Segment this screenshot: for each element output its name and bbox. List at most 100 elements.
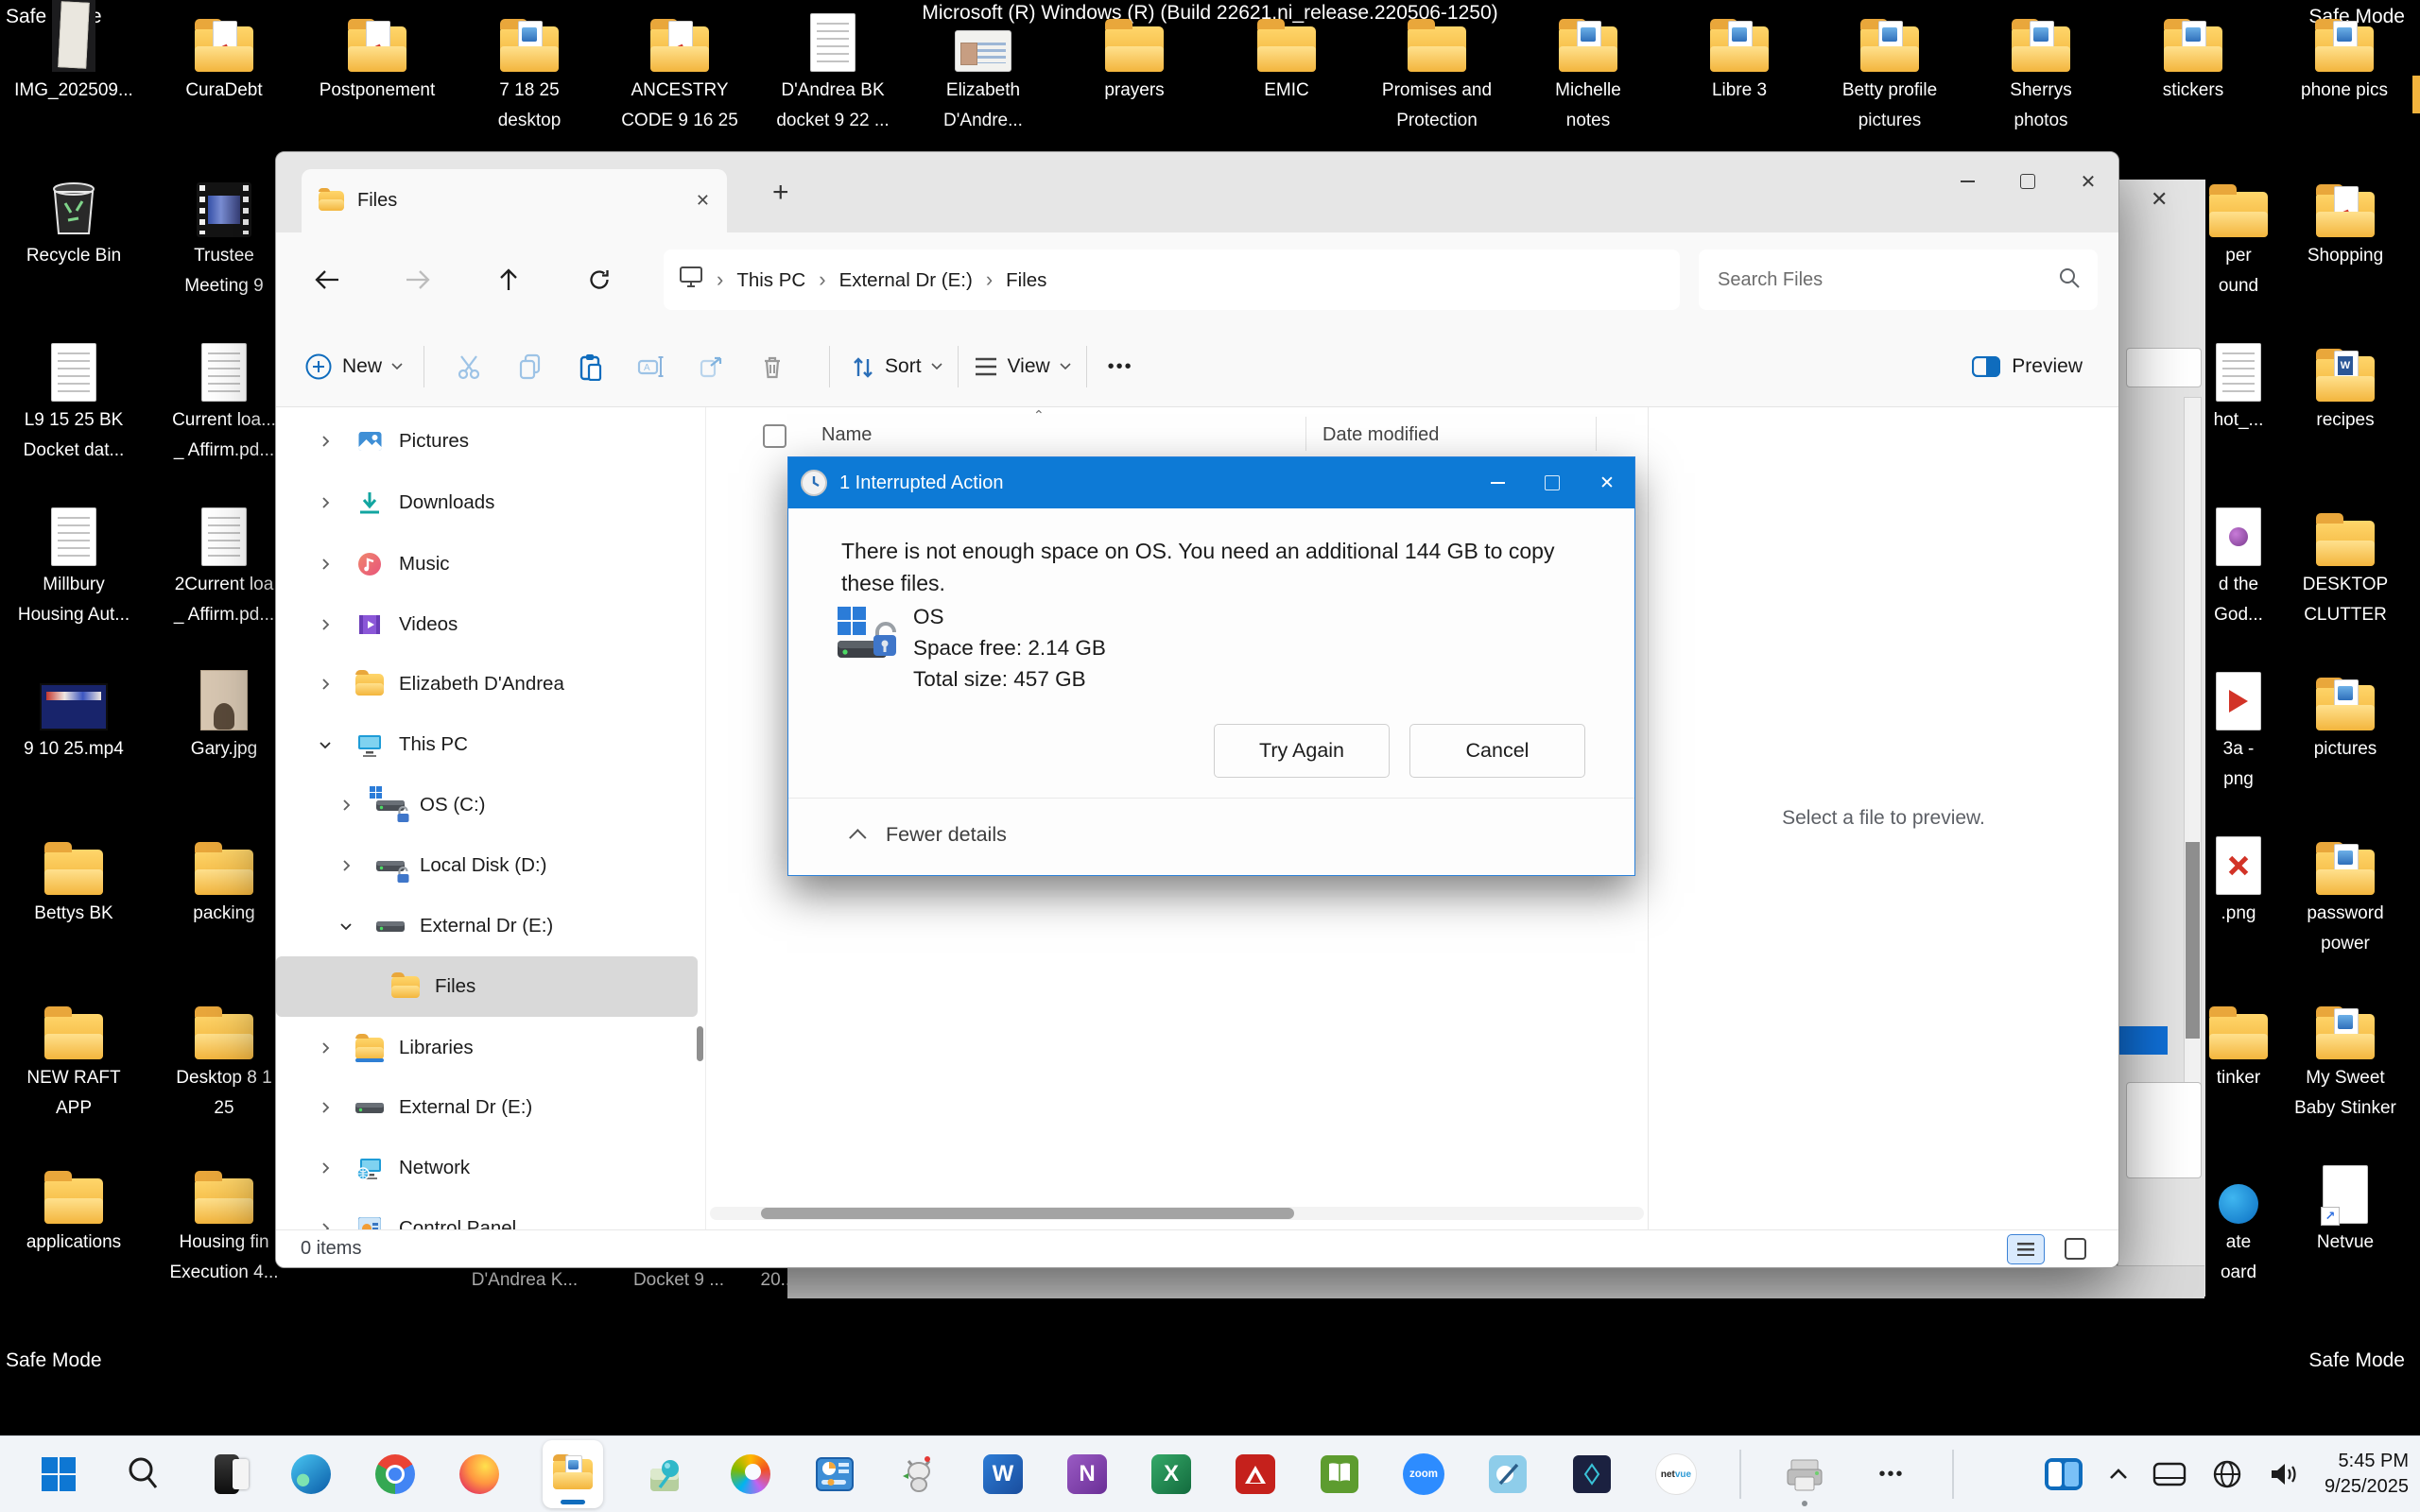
taskbar-copilot-icon[interactable] — [730, 1453, 771, 1495]
desktop-icon-betty-profile[interactable]: Betty profilepictures — [1819, 0, 1961, 136]
sidebar-item-downloads[interactable]: Downloads — [276, 472, 698, 533]
taskbar-search-icon[interactable] — [122, 1453, 164, 1495]
taskbar-pin-icon[interactable] — [646, 1453, 687, 1495]
cancel-button[interactable]: Cancel — [1409, 724, 1585, 778]
back-button[interactable] — [301, 253, 354, 306]
expand-chevron-icon[interactable] — [314, 1222, 337, 1229]
breadcrumb-item-this-pc[interactable]: This PC — [736, 269, 805, 291]
desktop-icon-applications[interactable]: applications — [3, 1141, 145, 1258]
expand-chevron-icon[interactable] — [335, 919, 357, 933]
taskbar-firefox-icon[interactable] — [458, 1453, 500, 1495]
refresh-button[interactable] — [573, 253, 626, 306]
desktop-icon-current-loa[interactable]: Current loa..._ Affirm.pd... — [153, 318, 295, 466]
expand-chevron-icon[interactable] — [314, 618, 337, 631]
details-view-toggle[interactable] — [2007, 1234, 2045, 1264]
desktop-icon-desktop-8-1[interactable]: Desktop 8 125 — [153, 976, 295, 1124]
desktop-icon-2current-loa[interactable]: 2Current loa_ Affirm.pd... — [153, 483, 295, 630]
desktop-icon-trustee[interactable]: TrusteeMeeting 9 — [153, 154, 295, 301]
desktop-icon-libre-3[interactable]: Libre 3 — [1668, 0, 1810, 106]
volume-icon[interactable] — [2268, 1460, 2300, 1488]
taskbar-netvue-icon[interactable]: netvue — [1655, 1453, 1697, 1495]
window-close-button[interactable]: ✕ — [2058, 152, 2118, 211]
sidebar-item-music[interactable]: Music — [276, 534, 698, 594]
expand-chevron-icon[interactable] — [314, 738, 337, 751]
desktop-icon-netvue[interactable]: Netvue — [2274, 1141, 2416, 1258]
delete-button[interactable] — [748, 342, 797, 391]
desktop-icon-img-202509[interactable]: IMG_202509... — [3, 0, 145, 106]
desktop-icon-pictures[interactable]: pictures — [2274, 647, 2416, 765]
sidebar-item-libraries[interactable]: Libraries — [276, 1018, 698, 1078]
desktop-icon-packing[interactable]: packing — [153, 812, 295, 929]
expand-chevron-icon[interactable] — [314, 496, 337, 509]
expand-chevron-icon[interactable] — [314, 1101, 337, 1114]
desktop-icon-millbury[interactable]: MillburyHousing Aut... — [3, 483, 145, 630]
window-minimize-button[interactable] — [1937, 152, 1997, 211]
sidebar-item-this-pc[interactable]: This PC — [276, 714, 698, 775]
copy-button[interactable] — [506, 342, 555, 391]
expand-chevron-icon[interactable] — [314, 1041, 337, 1055]
taskbar-portfolio-icon[interactable] — [1571, 1453, 1613, 1495]
taskbar-word-icon[interactable]: W — [982, 1453, 1024, 1495]
desktop-icon-housing-fin[interactable]: Housing finExecution 4... — [153, 1141, 295, 1288]
sidebar-item-pictures[interactable]: Pictures — [276, 411, 698, 472]
desktop-icon-postponement[interactable]: Postponement — [306, 0, 448, 106]
preview-toggle-button[interactable]: Preview — [1972, 355, 2083, 378]
taskbar-excel-icon[interactable]: X — [1150, 1453, 1192, 1495]
taskbar-onenote-icon[interactable]: N — [1066, 1453, 1108, 1495]
breadcrumb-item-external-dr-e[interactable]: External Dr (E:) — [839, 269, 973, 291]
taskbar-more-icon[interactable]: ••• — [1868, 1453, 1910, 1495]
taskbar-clock[interactable]: 5:45 PM 9/25/2025 — [2325, 1449, 2409, 1500]
sidebar-scrollbar-thumb[interactable] — [697, 1026, 703, 1061]
desktop-icon-new-raft[interactable]: NEW RAFTAPP — [3, 976, 145, 1124]
desktop-icon-phone-pics[interactable]: phone pics — [2273, 0, 2415, 106]
touchpad-icon[interactable] — [2152, 1460, 2187, 1488]
taskbar-edge-icon[interactable] — [290, 1453, 332, 1495]
desktop-icon-recycle-bin[interactable]: Recycle Bin — [3, 154, 145, 271]
desktop-icon-sherrys[interactable]: Sherrysphotos — [1970, 0, 2112, 136]
taskbar-bible-icon[interactable] — [1319, 1453, 1360, 1495]
expand-chevron-icon[interactable] — [314, 678, 337, 691]
desktop-icon-d-andrea-bk[interactable]: D'Andrea BKdocket 9 22 ... — [762, 0, 904, 136]
desktop-icon-recipes[interactable]: recipes — [2274, 318, 2416, 436]
background-window-scrollbar-thumb[interactable] — [2186, 842, 2200, 1039]
dialog-maximize-button[interactable] — [1525, 457, 1580, 508]
desktop-icon-desktop[interactable]: DESKTOPCLUTTER — [2274, 483, 2416, 630]
new-tab-button[interactable]: + — [772, 177, 789, 209]
large-thumbnails-view-toggle[interactable] — [2056, 1234, 2094, 1264]
share-button[interactable] — [687, 342, 736, 391]
horizontal-scrollbar-thumb[interactable] — [761, 1208, 1294, 1219]
taskbar-acrobat-icon[interactable] — [1235, 1453, 1276, 1495]
network-globe-icon[interactable] — [2211, 1458, 2243, 1490]
background-window-close-icon[interactable]: ✕ — [2151, 187, 2168, 212]
sort-button[interactable]: Sort — [851, 353, 942, 380]
sidebar-item-external-dr-e[interactable]: External Dr (E:) — [276, 896, 698, 956]
column-header-date-modified[interactable]: Date modified — [1322, 424, 1439, 446]
dialog-minimize-button[interactable] — [1470, 457, 1525, 508]
taskbar-zoom-icon[interactable]: zoom — [1403, 1453, 1444, 1495]
desktop-icon-gary-jpg[interactable]: Gary.jpg — [153, 647, 295, 765]
desktop-icon-bettys-bk[interactable]: Bettys BK — [3, 812, 145, 929]
desktop-icon-l9-15-25-bk[interactable]: L9 15 25 BKDocket dat... — [3, 318, 145, 466]
desktop-icon-stickers[interactable]: stickers — [2122, 0, 2264, 106]
paste-button[interactable] — [566, 342, 615, 391]
desktop-icon-michelle[interactable]: Michellenotes — [1517, 0, 1659, 136]
tab-close-icon[interactable]: ✕ — [696, 191, 710, 211]
column-header-name[interactable]: Name — [821, 424, 872, 446]
desktop-icon-ancestry[interactable]: ANCESTRYCODE 9 16 25 — [609, 0, 751, 136]
select-all-checkbox[interactable] — [763, 424, 786, 448]
sidebar-item-local-disk-d[interactable]: Local Disk (D:) — [276, 835, 698, 896]
expand-chevron-icon[interactable] — [335, 799, 357, 812]
horizontal-scrollbar[interactable] — [710, 1207, 1644, 1220]
taskbar-chrome-icon[interactable] — [374, 1453, 416, 1495]
sidebar-item-elizabeth-d-andrea[interactable]: Elizabeth D'Andrea — [276, 654, 698, 714]
desktop-icon-elizabeth[interactable]: ElizabethD'Andre... — [912, 0, 1054, 136]
taskbar-explorer-icon[interactable] — [543, 1440, 603, 1508]
desktop-icon-promises-and[interactable]: Promises andProtection — [1366, 0, 1508, 136]
desktop-icon-my-sweet[interactable]: My SweetBaby Stinker — [2274, 976, 2416, 1124]
expand-chevron-icon[interactable] — [335, 859, 357, 872]
taskbar-printer-icon[interactable] — [1784, 1453, 1825, 1495]
fewer-details-toggle[interactable]: Fewer details — [849, 809, 1007, 860]
sidebar-item-videos[interactable]: Videos — [276, 594, 698, 655]
expand-chevron-icon[interactable] — [314, 435, 337, 448]
this-pc-icon[interactable] — [679, 266, 703, 294]
